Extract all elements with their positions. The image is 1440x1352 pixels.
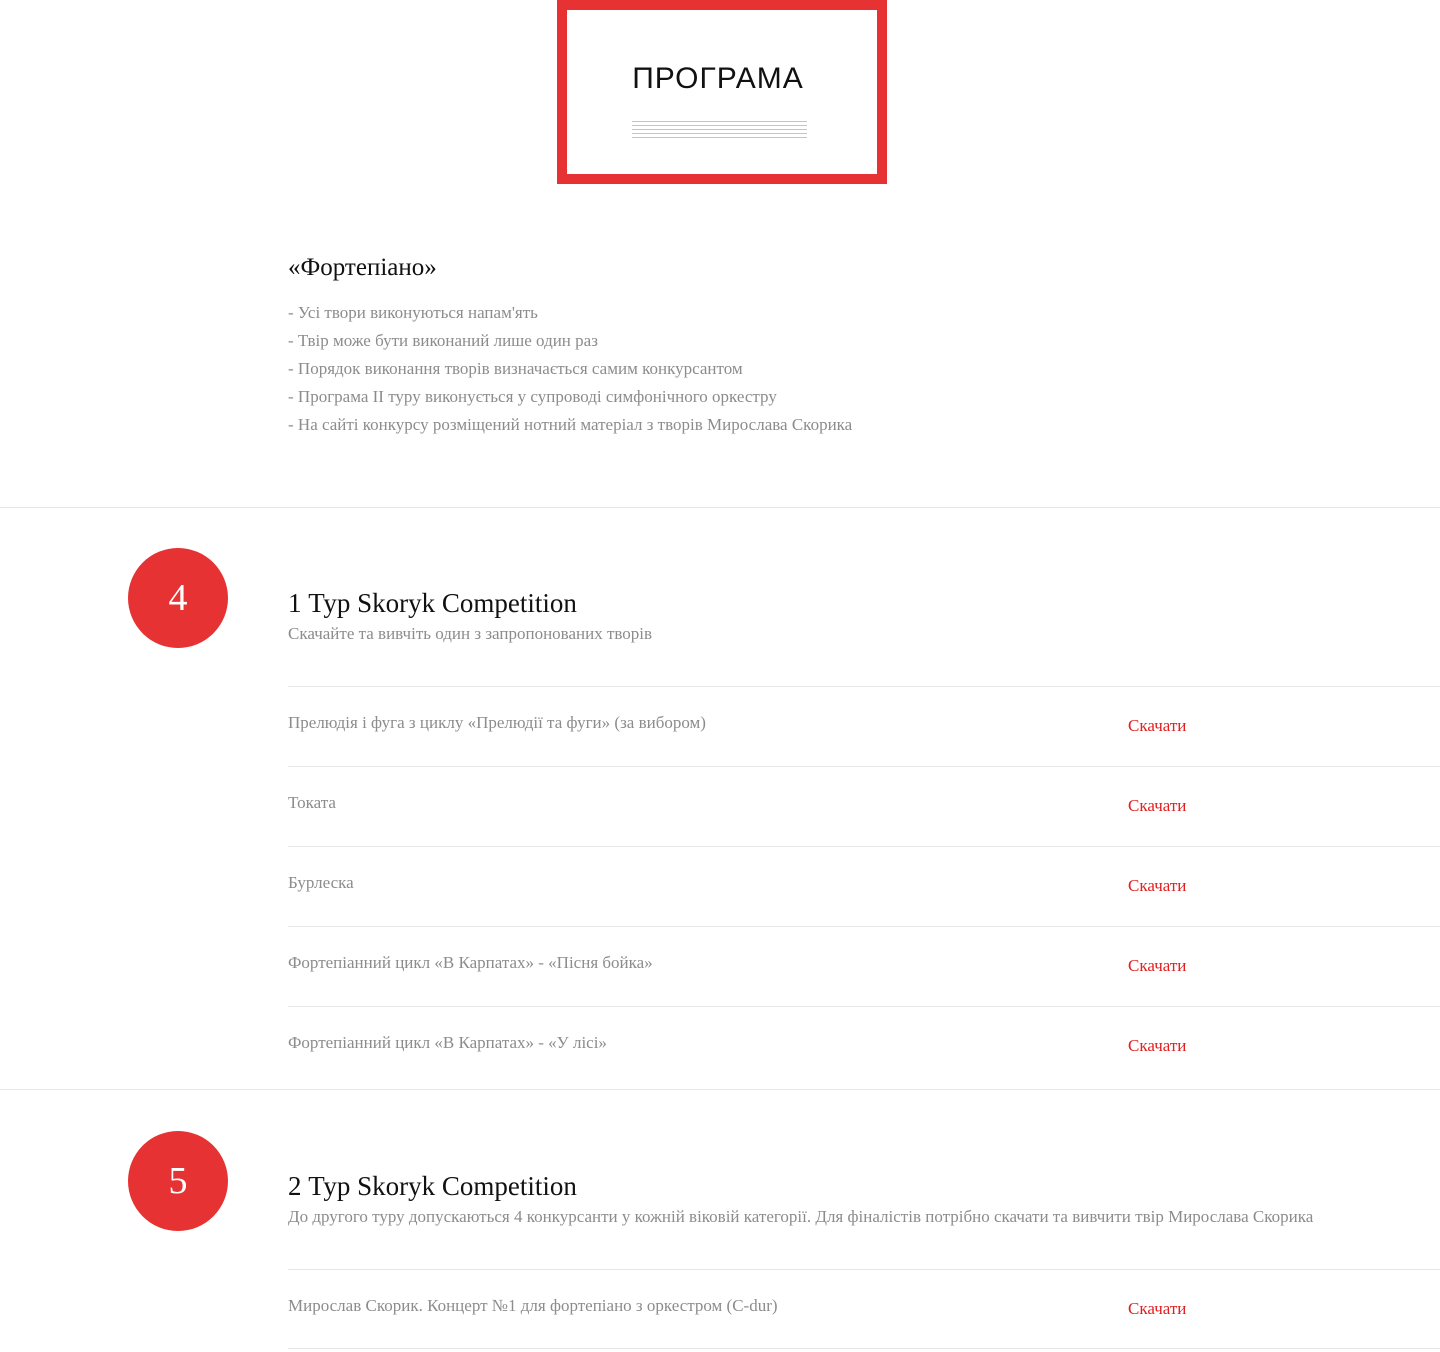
list-item: Прелюдія і фуга з циклу «Прелюдії та фуг… (288, 686, 1440, 766)
download-link[interactable]: Скачати (1128, 1299, 1186, 1319)
download-link[interactable]: Скачати (1128, 1036, 1186, 1056)
page-title: ПРОГРАМА (632, 62, 804, 95)
rule-item: - Програма II туру виконується у супрово… (288, 387, 777, 406)
round-title: 1 Тур Skoryk Competition (288, 588, 577, 618)
list-item: Бурлеска Скачати (288, 846, 1440, 926)
decorative-staff-lines (632, 121, 807, 139)
program-title-box: ПРОГРАМА (557, 0, 887, 184)
download-link[interactable]: Скачати (1128, 876, 1186, 896)
list-item: Токата Скачати (288, 766, 1440, 846)
round-title: 2 Тур Skoryk Competition (288, 1171, 577, 1201)
list-item: Фортепіанний цикл «В Карпатах» - «У лісі… (288, 1006, 1440, 1086)
round-header: 2 Тур Skoryk Competition До другого туру… (288, 1169, 1428, 1231)
instrument-heading: «Фортепіано» (288, 254, 437, 281)
rule-item: - Усі твори виконуються напам'ять (288, 303, 538, 322)
intro-section: «Фортепіано» - Усі твори виконуються нап… (288, 253, 1188, 439)
section-divider (0, 1089, 1440, 1090)
round-description: До другого туру допускаються 4 конкурсан… (288, 1207, 1314, 1226)
round-number-badge: 4 (128, 548, 228, 648)
round-header: 1 Тур Skoryk Competition Скачайте та вив… (288, 586, 1428, 648)
list-item: Мирослав Скорик. Концерт №1 для фортепіа… (288, 1269, 1440, 1349)
section-divider (0, 507, 1440, 508)
round-description: Скачайте та вивчіть один з запропоновани… (288, 624, 653, 643)
pieces-list: Прелюдія і фуга з циклу «Прелюдії та фуг… (288, 686, 1440, 1086)
pieces-list: Мирослав Скорик. Концерт №1 для фортепіа… (288, 1269, 1440, 1349)
piece-name: Фортепіанний цикл «В Карпатах» - «У лісі… (288, 1033, 607, 1052)
round-number-badge: 5 (128, 1131, 228, 1231)
piece-name: Бурлеска (288, 873, 354, 892)
piece-name: Фортепіанний цикл «В Карпатах» - «Пісня … (288, 953, 653, 972)
download-link[interactable]: Скачати (1128, 956, 1186, 976)
rule-item: - На сайті конкурсу розміщений нотний ма… (288, 415, 853, 434)
rule-item: - Твір може бути виконаний лише один раз (288, 331, 598, 350)
rules-list: - Усі твори виконуються напам'ять - Твір… (288, 299, 1188, 439)
rule-item: - Порядок виконання творів визначається … (288, 359, 743, 378)
list-item: Фортепіанний цикл «В Карпатах» - «Пісня … (288, 926, 1440, 1006)
download-link[interactable]: Скачати (1128, 796, 1186, 816)
piece-name: Мирослав Скорик. Концерт №1 для фортепіа… (288, 1296, 778, 1315)
piece-name: Токата (288, 793, 336, 812)
download-link[interactable]: Скачати (1128, 716, 1186, 736)
piece-name: Прелюдія і фуга з циклу «Прелюдії та фуг… (288, 713, 706, 732)
